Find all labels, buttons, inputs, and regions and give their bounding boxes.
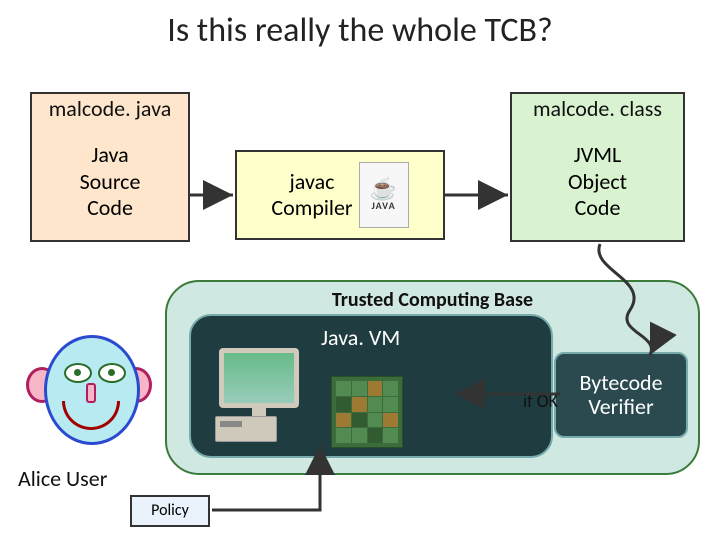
jvml-filename: malcode. class	[517, 97, 678, 121]
javavm-region: Java. VM	[189, 314, 553, 458]
bytecode-verifier-box: BytecodeVerifier	[554, 352, 688, 438]
java-source-body: JavaSourceCode	[80, 142, 141, 221]
computer-icon	[215, 348, 303, 444]
javac-label: javacCompiler	[265, 169, 358, 222]
java-source-filename: malcode. java	[37, 97, 183, 121]
tcb-label: Trusted Computing Base	[167, 288, 698, 312]
alice-user-label: Alice User	[18, 465, 107, 492]
java-source-box: malcode. java JavaSourceCode	[30, 92, 190, 242]
if-ok-label: if OK	[523, 390, 558, 412]
chip-icon	[331, 376, 403, 448]
java-logo-icon: ☕ JAVA	[359, 162, 409, 228]
tcb-region: Trusted Computing Base Java. VM Bytecode…	[165, 280, 700, 475]
jvml-body: JVMLObjectCode	[568, 142, 627, 221]
javavm-label: Java. VM	[321, 324, 400, 351]
jvml-object-box: malcode. class JVMLObjectCode	[510, 92, 685, 242]
slide-title: Is this really the whole TCB?	[0, 10, 720, 51]
alice-face-icon	[30, 335, 148, 455]
javac-compiler-box: javacCompiler ☕ JAVA	[235, 150, 445, 240]
policy-box: Policy	[130, 495, 210, 527]
